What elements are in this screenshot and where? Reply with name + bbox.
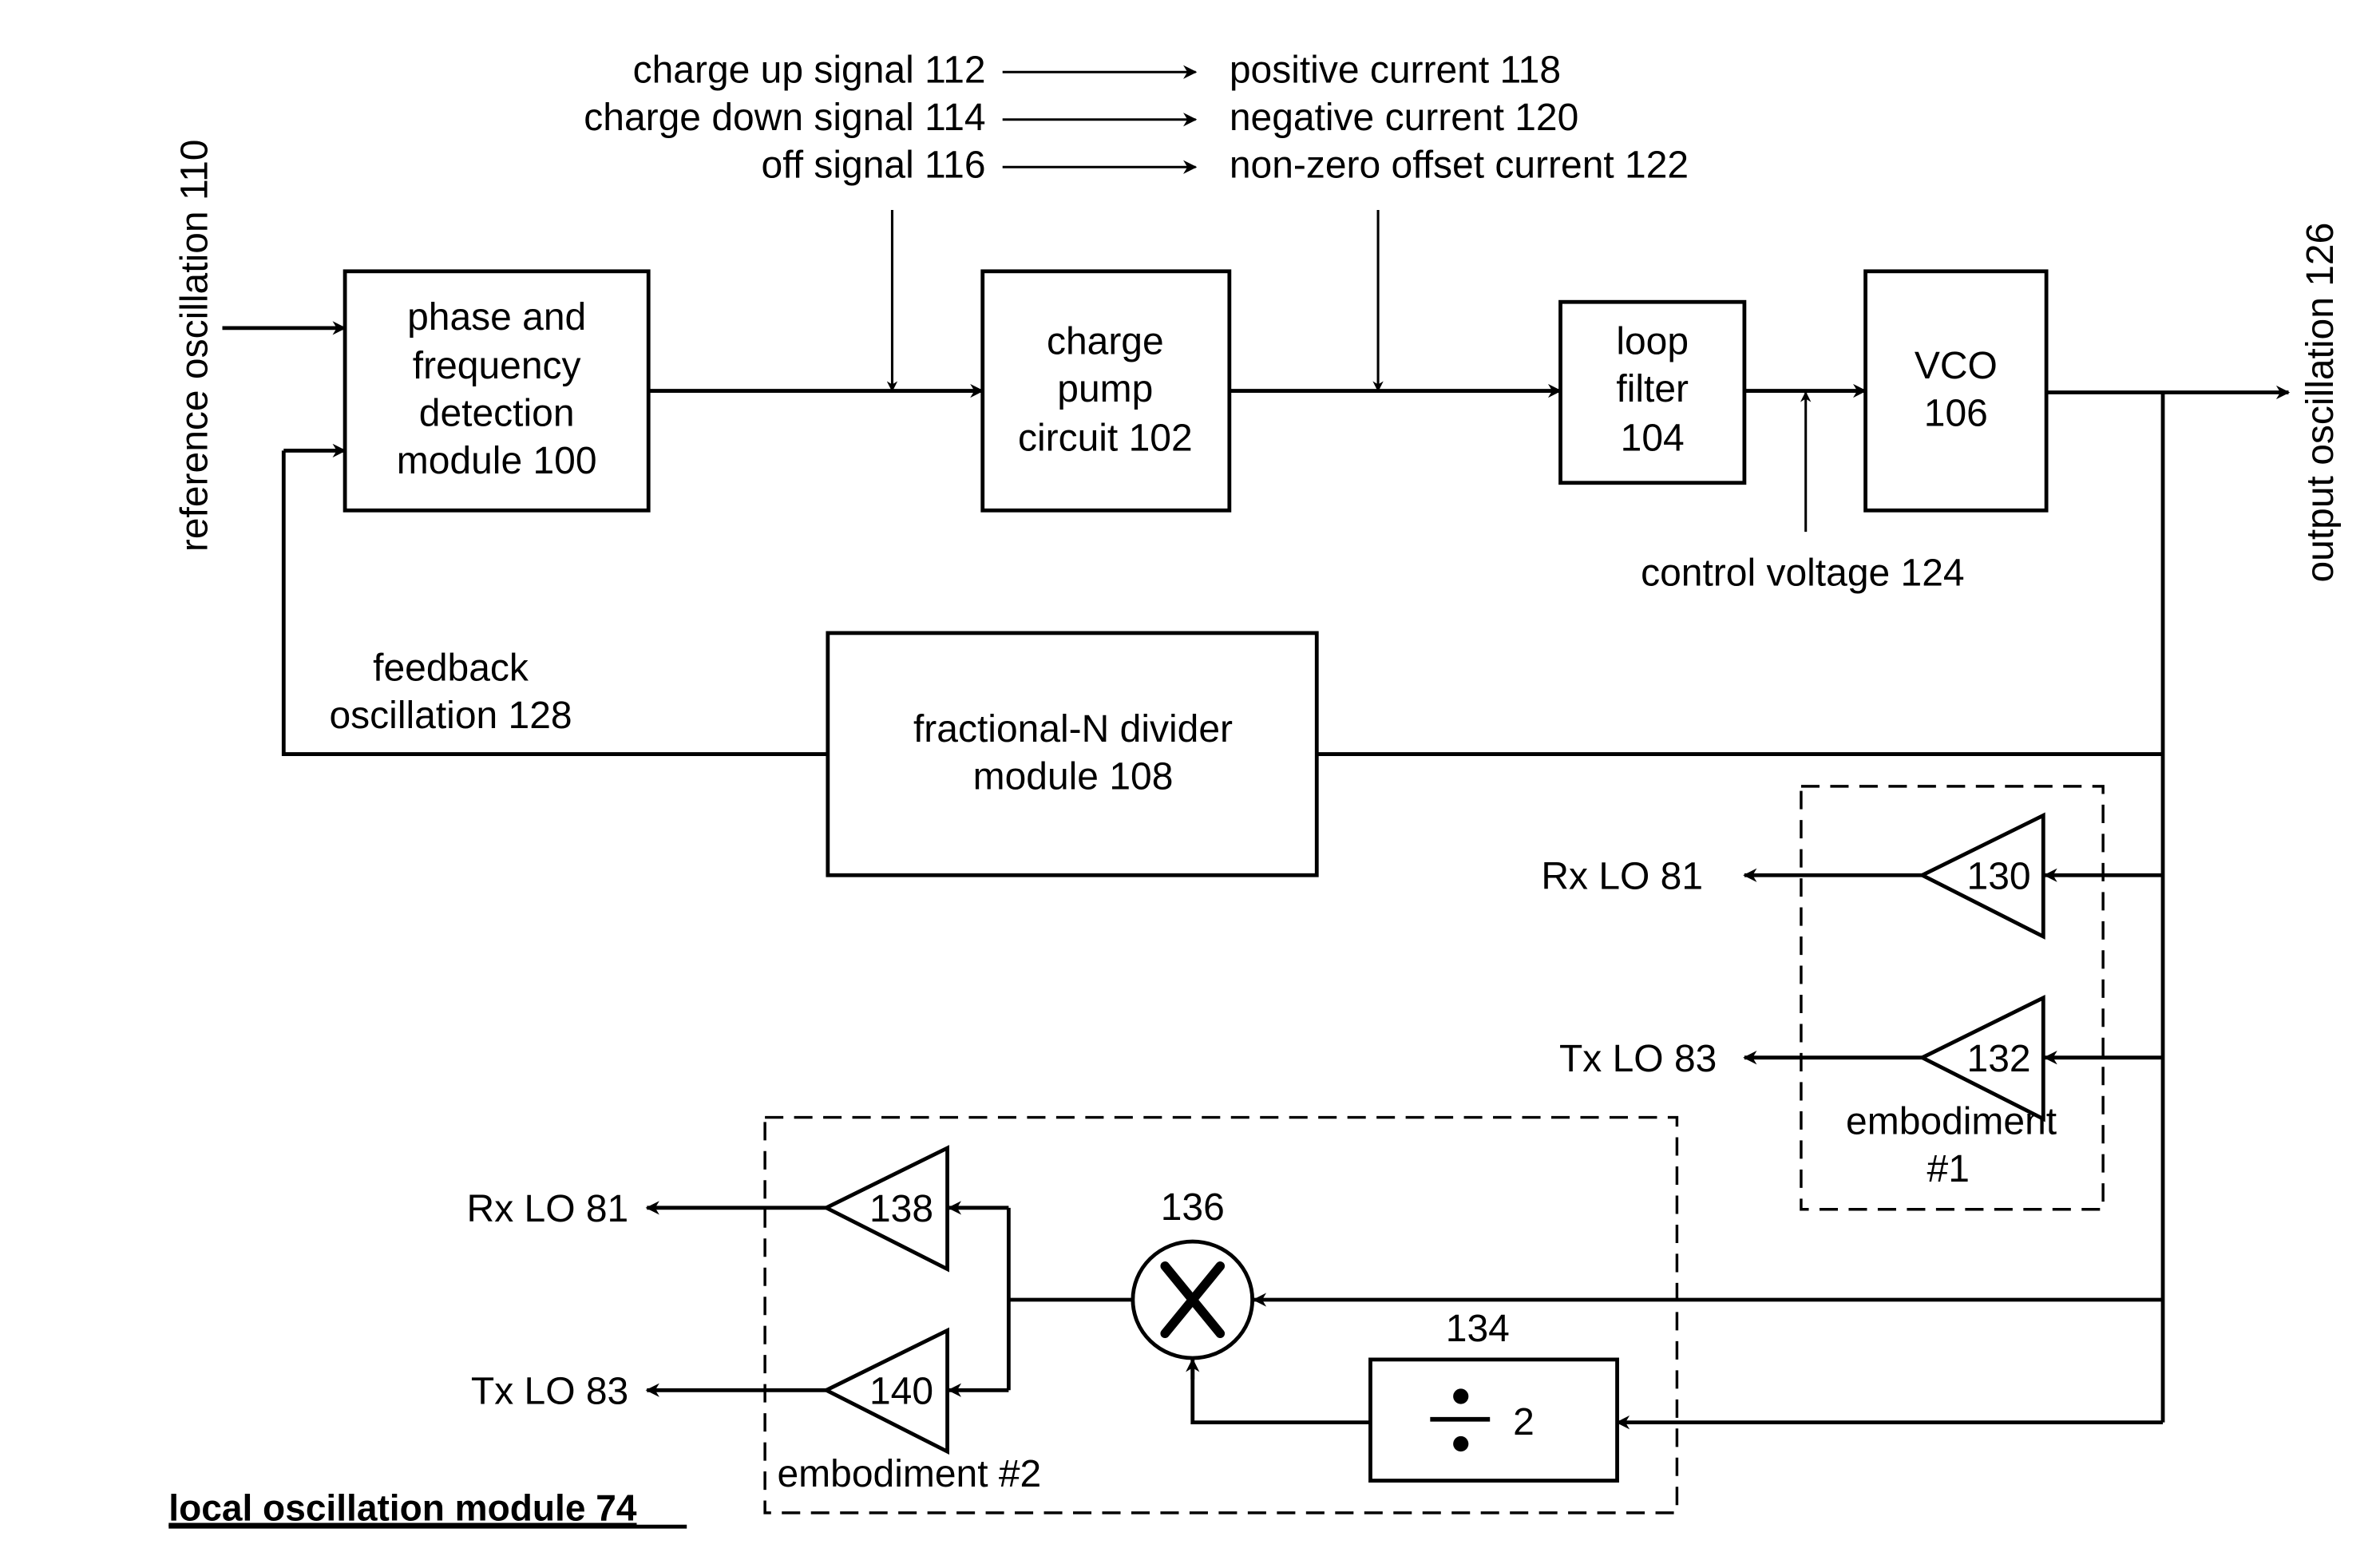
loop-filter-label-line: filter <box>1616 368 1689 410</box>
vco-block: VCO 106 <box>1863 269 2049 513</box>
divide-icon <box>1453 1388 1469 1404</box>
figure-title: local oscillation module 74 <box>168 1487 637 1528</box>
amplifier-138-label: 138 <box>869 1188 933 1230</box>
tx-lo-label: Tx LO 83 <box>471 1371 628 1413</box>
off-signal-label: off signal 116 <box>762 145 986 187</box>
divide-by-2-block <box>1368 1357 1619 1483</box>
reference-oscillation-label: reference oscillation 110 <box>173 140 216 552</box>
offset-current-label: non-zero offset current 122 <box>1230 145 1689 187</box>
negative-current-label: negative current 120 <box>1230 97 1578 139</box>
vco-label-line: 106 <box>1924 393 1988 435</box>
embodiment-2-label: embodiment #2 <box>777 1453 1041 1495</box>
amplifier-140-label: 140 <box>869 1371 933 1413</box>
feedback-label-line: oscillation 128 <box>330 695 572 737</box>
mixer-label: 136 <box>1161 1186 1225 1229</box>
divider-label-line: fractional-N divider <box>913 708 1233 750</box>
loop-filter-block: loop filter 104 <box>1558 299 1747 485</box>
divider-134-label: 134 <box>1446 1308 1510 1350</box>
loop-filter-label-line: loop <box>1616 320 1689 362</box>
pfd-label-line: frequency <box>413 345 581 387</box>
divide-icon <box>1453 1435 1469 1452</box>
charge-up-signal-label: charge up signal 112 <box>633 49 986 92</box>
charge-pump-label-line: charge <box>1047 320 1164 362</box>
positive-current-label: positive current 118 <box>1230 49 1561 92</box>
tx-lo-label: Tx LO 83 <box>1559 1038 1717 1080</box>
embodiment-1-label: #1 <box>1927 1148 1970 1190</box>
pll-block-diagram: charge up signal 112 positive current 11… <box>168 49 2342 1529</box>
vco-label-line: VCO <box>1915 345 1998 387</box>
divider2-to-mixer-wire <box>1190 1364 1371 1425</box>
charge-pump-label-line: pump <box>1057 368 1153 410</box>
control-voltage-label: control voltage 124 <box>1641 552 1964 594</box>
charge-down-signal-label: charge down signal 114 <box>584 97 985 139</box>
fractional-n-divider-block <box>826 631 1319 877</box>
embodiment-2: embodiment #2 136 2 134 138 140 Rx LO 81… <box>467 1115 2164 1515</box>
pfd-block: phase and frequency detection module 100 <box>343 269 651 513</box>
feedback-label-line: feedback <box>373 647 529 689</box>
amplifier-130-label: 130 <box>1967 856 2031 898</box>
loop-filter-label-line: 104 <box>1621 417 1685 459</box>
output-oscillation-label: output oscillation 126 <box>2299 223 2342 583</box>
divide-by-value: 2 <box>1513 1401 1534 1443</box>
charge-pump-label-line: circuit 102 <box>1018 417 1193 459</box>
divider-label-line: module 108 <box>973 756 1174 798</box>
rx-lo-label: Rx LO 81 <box>467 1188 629 1230</box>
pfd-label-line: module 100 <box>397 440 597 482</box>
charge-pump-block: charge pump circuit 102 <box>980 269 1232 513</box>
pfd-label-line: phase and <box>407 296 586 339</box>
embodiment-1: embodiment #1 130 Rx LO 81 132 Tx LO 83 <box>1541 785 2164 1211</box>
signal-mapping: charge up signal 112 positive current 11… <box>584 49 1689 187</box>
embodiment-1-boundary <box>1800 785 2105 1211</box>
pfd-label-line: detection <box>419 393 575 435</box>
amplifier-132-label: 132 <box>1967 1038 2031 1080</box>
rx-lo-label: Rx LO 81 <box>1541 856 1703 898</box>
